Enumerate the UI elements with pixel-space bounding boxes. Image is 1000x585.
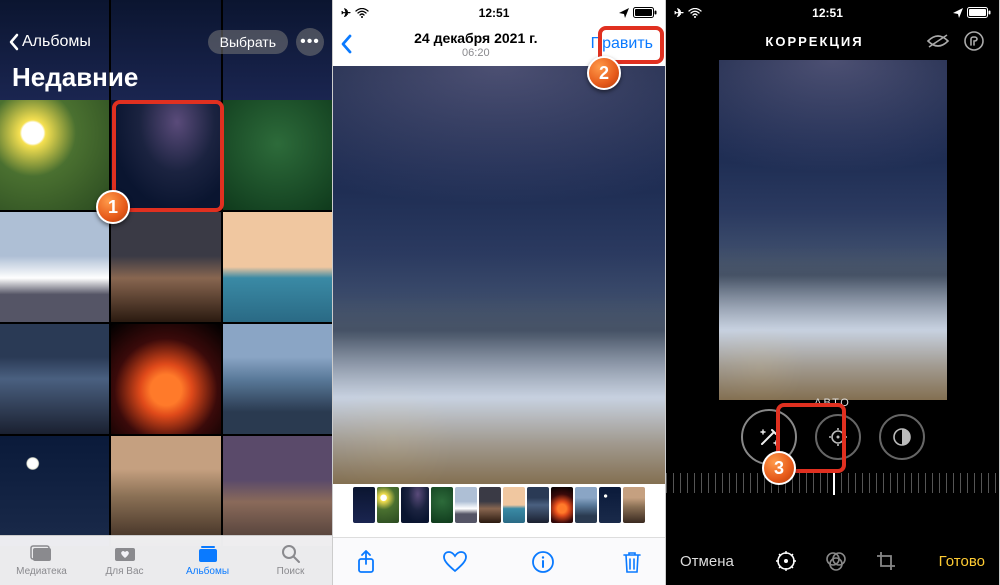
battery-icon [633, 7, 657, 18]
contrast-icon [891, 426, 913, 448]
photo-date: 24 декабря 2021 г. [367, 30, 585, 46]
tab-bar: Медиатека Для Вас Альбомы Поиск [0, 535, 332, 585]
search-icon [279, 544, 303, 564]
bottom-toolbar [333, 537, 665, 585]
photo-thumbnail[interactable] [0, 436, 109, 546]
mode-filters[interactable] [824, 549, 848, 573]
filmstrip-thumb[interactable] [623, 487, 645, 523]
wifi-icon [355, 8, 369, 18]
screen-photo-editor: ✈ 12:51 КОРРЕКЦИЯ АВТО [666, 0, 1000, 585]
filmstrip-thumb[interactable] [551, 487, 573, 523]
back-to-albums[interactable]: Альбомы [8, 33, 91, 51]
filmstrip-thumb[interactable] [527, 487, 549, 523]
photo-thumbnail[interactable] [223, 100, 332, 210]
mode-crop[interactable] [874, 549, 898, 573]
filmstrip-thumb[interactable] [575, 487, 597, 523]
album-title: Недавние [12, 62, 138, 93]
photo-thumbnail[interactable] [0, 100, 109, 210]
step-marker: 1 [96, 190, 130, 224]
screen-album-grid: ✈ 12:51 Альбомы Выбрать [0, 0, 333, 585]
tab-label: Альбомы [186, 566, 229, 577]
tab-label: Поиск [277, 566, 305, 577]
back-label: Альбомы [22, 33, 91, 51]
wifi-icon [688, 8, 702, 18]
photo-thumbnail[interactable] [0, 324, 109, 434]
airplane-mode-icon: ✈ [674, 6, 684, 20]
exposure-icon [827, 426, 849, 448]
adjustment-slider[interactable] [666, 473, 999, 493]
status-time: 12:51 [369, 6, 619, 20]
status-bar: ✈ 12:51 [333, 0, 665, 22]
filmstrip-thumb[interactable] [431, 487, 453, 523]
tab-label: Медиатека [16, 566, 67, 577]
photo-thumbnail[interactable] [111, 436, 220, 546]
adjustment-carousel[interactable] [666, 407, 999, 467]
filmstrip[interactable] [333, 484, 665, 526]
location-icon [619, 8, 629, 18]
ellipsis-icon: ••• [300, 33, 320, 51]
back-button[interactable] [339, 33, 367, 55]
photo-thumbnail[interactable] [111, 324, 220, 434]
tab-albums[interactable]: Альбомы [166, 536, 249, 585]
step-marker: 2 [587, 56, 621, 90]
done-button[interactable]: Готово [939, 553, 985, 570]
markup-button[interactable] [961, 28, 987, 54]
tab-search[interactable]: Поиск [249, 536, 332, 585]
photo-time: 06:20 [367, 47, 585, 59]
battery-icon [967, 7, 991, 18]
brilliance-button[interactable] [879, 414, 925, 460]
filmstrip-thumb[interactable] [479, 487, 501, 523]
status-time: 12:51 [702, 6, 953, 20]
more-button[interactable]: ••• [296, 28, 324, 56]
select-button[interactable]: Выбрать [208, 30, 288, 54]
filmstrip-thumb[interactable] [377, 487, 399, 523]
tab-library[interactable]: Медиатека [0, 536, 83, 585]
status-bar: ✈ 12:51 [666, 0, 999, 22]
filmstrip-thumb[interactable] [455, 487, 477, 523]
photo-thumbnail[interactable] [223, 324, 332, 434]
photo-view[interactable] [333, 66, 665, 484]
delete-button[interactable] [619, 549, 645, 575]
filmstrip-thumb-current[interactable] [401, 487, 429, 523]
editor-header: КОРРЕКЦИЯ [666, 22, 999, 60]
cancel-button[interactable]: Отмена [680, 553, 734, 570]
step-marker: 3 [762, 451, 796, 485]
photo-thumbnail[interactable] [0, 212, 109, 322]
photo-thumbnail[interactable] [223, 436, 332, 546]
photo-thumbnail[interactable] [223, 212, 332, 322]
exposure-button[interactable] [815, 414, 861, 460]
screen-photo-viewer: ✈ 12:51 24 декабря 2021 г. 06:20 Править [333, 0, 666, 585]
header-spacer [678, 28, 704, 54]
tab-label: Для Вас [105, 566, 143, 577]
editor-photo[interactable] [719, 60, 947, 400]
share-button[interactable] [353, 549, 379, 575]
photo-thumbnail[interactable] [111, 212, 220, 322]
location-icon [953, 8, 963, 18]
filmstrip-thumb[interactable] [503, 487, 525, 523]
library-icon [30, 544, 54, 564]
magic-wand-icon [756, 424, 782, 450]
edit-button[interactable]: Править [585, 31, 659, 57]
favorite-button[interactable] [442, 549, 468, 575]
for-you-icon [113, 544, 137, 564]
mode-adjust[interactable] [774, 549, 798, 573]
chevron-left-icon [8, 33, 20, 51]
info-button[interactable] [530, 549, 556, 575]
photo-thumbnail-selected[interactable] [111, 100, 220, 210]
editor-title: КОРРЕКЦИЯ [704, 34, 925, 49]
filmstrip-thumb[interactable] [599, 487, 621, 523]
airplane-mode-icon: ✈ [341, 6, 351, 20]
tab-for-you[interactable]: Для Вас [83, 536, 166, 585]
editor-bottom-bar: Отмена Готово [666, 537, 999, 585]
toggle-preview-button[interactable] [925, 28, 951, 54]
filmstrip-thumb[interactable] [353, 487, 375, 523]
albums-icon [196, 544, 220, 564]
